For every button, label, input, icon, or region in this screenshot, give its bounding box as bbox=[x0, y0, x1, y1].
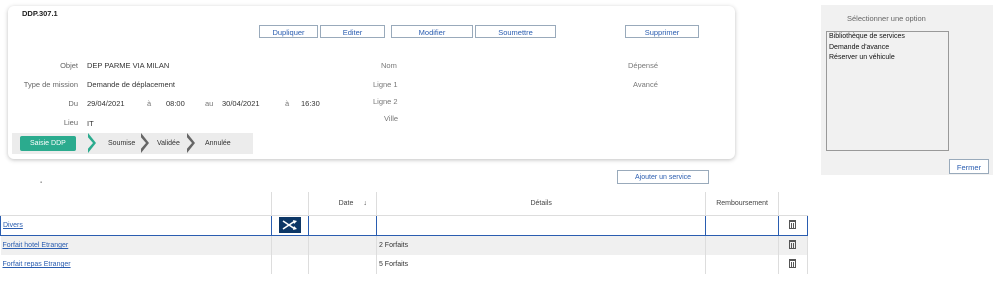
soumettre-button[interactable]: Soumettre bbox=[475, 25, 556, 38]
option-bibliotheque[interactable]: Bibliothèque de services bbox=[827, 32, 948, 43]
sort-down-icon[interactable]: ↓ bbox=[354, 192, 377, 216]
shuffle-icon[interactable] bbox=[279, 216, 302, 233]
option-reserver-vehicule[interactable]: Réserver un véhicule bbox=[827, 53, 948, 64]
type-mission-value: Demande de déplacement bbox=[87, 80, 175, 89]
du-time: 08:00 bbox=[166, 99, 185, 108]
modifier-button[interactable]: Modifier bbox=[391, 25, 473, 38]
table-row[interactable]: Forfait hotel Etranger 2 Forfaits bbox=[0, 235, 809, 255]
status-step-annulee: Annulée bbox=[205, 140, 231, 147]
option-listbox[interactable]: Bibliothèque de services Demande d'avanc… bbox=[826, 31, 949, 151]
service-name-cell: Forfait hotel Etranger bbox=[0, 235, 273, 255]
details-cell: 5 Forfaits bbox=[376, 255, 707, 274]
option-demande-avance[interactable]: Demande d'avance bbox=[827, 43, 948, 54]
trash-icon[interactable] bbox=[789, 259, 797, 268]
delete-cell bbox=[778, 255, 809, 274]
services-table: Date ↓ Détails Remboursement Divers Forf… bbox=[0, 192, 809, 274]
status-step-soumise: Soumise bbox=[108, 140, 136, 147]
objet-value: DEP PARME VIA MILAN bbox=[87, 61, 170, 70]
service-name-cell: Forfait repas Etranger bbox=[0, 255, 273, 274]
details-cell: 2 Forfaits bbox=[376, 235, 707, 255]
status-step-validee: Validée bbox=[157, 140, 180, 147]
objet-label: Objet bbox=[60, 61, 78, 70]
editer-button[interactable]: Editer bbox=[320, 25, 385, 38]
status-arrow-2 bbox=[139, 133, 149, 153]
collapse-dot: ▪ bbox=[40, 180, 43, 186]
du-label: Du bbox=[68, 99, 78, 108]
au-time: 16:30 bbox=[301, 99, 320, 108]
ajouter-service-button[interactable]: Ajouter un service bbox=[617, 170, 709, 184]
trash-icon[interactable] bbox=[789, 240, 797, 249]
ddp-reference: DDP.307.1 bbox=[22, 9, 58, 18]
service-link-repas[interactable]: Forfait repas Etranger bbox=[3, 261, 71, 268]
remboursement-cell bbox=[705, 235, 779, 255]
option-panel-title: Sélectionner une option bbox=[847, 14, 926, 23]
action-cell bbox=[271, 255, 310, 274]
lieu-value: IT bbox=[87, 119, 94, 128]
ville-label: Ville bbox=[384, 114, 399, 123]
ligne2-label: Ligne 2 bbox=[373, 97, 398, 106]
status-arrow-1 bbox=[86, 133, 96, 153]
table-row[interactable]: Forfait repas Etranger 5 Forfaits bbox=[0, 255, 809, 274]
date-cell bbox=[308, 235, 377, 255]
col-date[interactable]: Date bbox=[308, 192, 355, 216]
status-arrow-3 bbox=[185, 133, 195, 153]
service-link-divers[interactable]: Divers bbox=[3, 222, 23, 229]
remboursement-cell bbox=[705, 255, 779, 274]
avance-label: Avancé bbox=[633, 80, 658, 89]
ddp-card: DDP.307.1 Dupliquer Editer Modifier Soum… bbox=[8, 6, 735, 159]
depense-label: Dépensé bbox=[628, 61, 659, 70]
col-remboursement: Remboursement bbox=[705, 192, 779, 216]
details-cell bbox=[375, 215, 707, 236]
service-name-cell: Divers bbox=[0, 215, 273, 236]
status-step-saisie: Saisie DDP bbox=[20, 136, 76, 151]
service-link-hotel[interactable]: Forfait hotel Etranger bbox=[3, 242, 69, 249]
date-cell bbox=[308, 255, 377, 274]
shuffle-cell bbox=[271, 215, 310, 236]
type-mission-label: Type de mission bbox=[23, 80, 78, 89]
lieu-label: Lieu bbox=[63, 118, 78, 127]
date-cell bbox=[308, 215, 377, 236]
col-delete bbox=[778, 192, 808, 216]
supprimer-button[interactable]: Supprimer bbox=[625, 25, 699, 38]
nom-label: Nom bbox=[381, 61, 397, 70]
du-at-label: à bbox=[147, 99, 152, 108]
col-action bbox=[271, 192, 310, 216]
col-details: Détails bbox=[376, 192, 707, 216]
table-row[interactable]: Divers bbox=[0, 215, 809, 236]
option-panel: Sélectionner une option Bibliothèque de … bbox=[821, 5, 993, 175]
remboursement-cell bbox=[705, 215, 779, 236]
status-progress: Saisie DDP Soumise Validée Annulée bbox=[12, 133, 253, 154]
au-at-label: à bbox=[285, 99, 290, 108]
delete-cell bbox=[778, 235, 809, 255]
dupliquer-button[interactable]: Dupliquer bbox=[259, 25, 318, 38]
au-date: 30/04/2021 bbox=[222, 99, 260, 108]
delete-cell bbox=[777, 215, 809, 236]
ligne1-label: Ligne 1 bbox=[373, 80, 398, 89]
col-service bbox=[0, 192, 273, 216]
action-cell bbox=[271, 235, 310, 255]
du-date: 29/04/2021 bbox=[87, 99, 125, 108]
trash-icon[interactable] bbox=[789, 220, 797, 229]
fermer-button[interactable]: Fermer bbox=[949, 159, 989, 174]
au-label: au bbox=[205, 99, 214, 108]
